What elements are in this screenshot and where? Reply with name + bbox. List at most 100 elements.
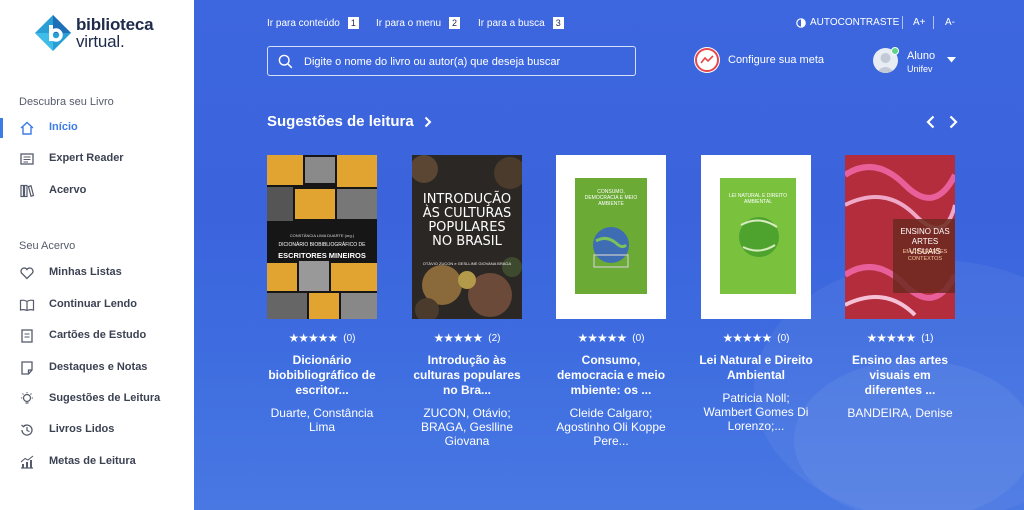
rating-count: (2)	[488, 332, 501, 344]
sidebar-item-label: Continuar Lendo	[49, 298, 137, 310]
star-rating-icon: ★★★★★	[288, 331, 338, 345]
book-rating: ★★★★★ (0)	[556, 331, 666, 345]
book-title[interactable]: Lei Natural e Direito Ambiental	[695, 353, 817, 383]
sidebar-item-label: Cartões de Estudo	[49, 329, 147, 341]
carousel-prev-icon[interactable]	[923, 114, 939, 130]
font-decrease-label: A-	[945, 17, 955, 28]
goal-icon	[694, 47, 720, 73]
cover-title: CONSUMO, DEMOCRACIA E MEIO AMBIENTE	[584, 189, 638, 207]
cover-subtitle: DICIONÁRIO BIOBIBLIOGRÁFICO DE	[278, 242, 366, 248]
online-status-indicator	[891, 47, 899, 55]
skip-link-menu[interactable]: Ir para o menu 2	[376, 17, 461, 29]
carousel-next-icon[interactable]	[945, 114, 961, 130]
sidebar-item-cartoes-de-estudo[interactable]: Cartões de Estudo	[0, 324, 194, 348]
configure-goal-button[interactable]: Configure sua meta	[694, 46, 824, 74]
book-title[interactable]: Dicionário biobibliográfico de escritor.…	[261, 353, 383, 398]
skip-link-label: Ir para conteúdo	[267, 17, 340, 29]
sidebar-item-destaques-e-notas[interactable]: Destaques e Notas	[0, 356, 194, 380]
section-title-discover: Descubra seu Livro	[19, 96, 114, 108]
star-rating-icon: ★★★★★	[433, 331, 483, 345]
reader-icon	[20, 153, 34, 165]
font-increase-label: A+	[913, 17, 926, 28]
configure-goal-label: Configure sua meta	[728, 54, 824, 66]
card-icon	[21, 329, 33, 343]
sidebar-item-label: Expert Reader	[49, 152, 124, 164]
autocontrast-toggle[interactable]: AUTOCONTRASTE	[796, 17, 899, 28]
chevron-right-icon	[424, 116, 432, 127]
skip-link-key: 1	[347, 17, 359, 29]
font-decrease-button[interactable]: A-	[945, 17, 955, 28]
lightbulb-icon	[21, 392, 33, 404]
main-content: Ir para conteúdo 1 Ir para o menu 2 Ir p…	[194, 0, 1024, 510]
skip-link-label: Ir para o menu	[376, 17, 442, 29]
heart-icon	[20, 267, 34, 280]
suggestions-title: Sugestões de leitura	[267, 113, 414, 130]
book-cover[interactable]: LEI NATURAL E DIREITO AMBIENTAL	[701, 155, 811, 319]
book-title[interactable]: Consumo, democracia e meio mbiente: os .…	[550, 353, 672, 398]
rating-count: (0)	[343, 332, 356, 344]
book-title[interactable]: Introdução às culturas populares no Bra.…	[406, 353, 528, 398]
book-card[interactable]: LEI NATURAL E DIREITO AMBIENTAL ★★★★★ (0…	[699, 155, 813, 433]
sidebar-item-label: Acervo	[49, 184, 87, 196]
book-author: Cleide Calgaro; Agostinho Oli Koppe Pere…	[556, 406, 666, 448]
brand-line1: biblioteca	[76, 15, 154, 34]
cover-editor: CONSTÂNCIA LIMA DUARTE (org.)	[289, 233, 355, 238]
cover-title: INTRODUÇÃO ÀS CULTURAS POPULARES NO BRAS…	[422, 192, 512, 249]
logo-icon	[35, 15, 71, 51]
book-card[interactable]: ENSINO DAS ARTES VISUAIS EM DIFERENTES C…	[845, 155, 955, 420]
sidebar-item-label: Livros Lidos	[49, 423, 115, 435]
book-card[interactable]: CONSUMO, DEMOCRACIA E MEIO AMBIENTE ★★★★…	[556, 155, 666, 448]
sidebar-item-inicio[interactable]: Início	[0, 116, 194, 140]
book-author: BANDEIRA, Denise	[847, 406, 953, 420]
sidebar-item-label: Início	[49, 121, 78, 133]
search-icon[interactable]	[278, 54, 293, 69]
contrast-icon	[796, 17, 806, 28]
note-icon	[21, 361, 33, 375]
chevron-down-icon	[947, 57, 956, 63]
book-title[interactable]: Ensino das artes visuais em diferentes .…	[839, 353, 961, 398]
sidebar-item-metas-de-leitura[interactable]: Metas de Leitura	[0, 450, 194, 474]
library-icon	[20, 184, 35, 198]
book-open-icon	[19, 299, 35, 312]
skip-link-key: 3	[552, 17, 564, 29]
skip-link-search[interactable]: Ir para a busca 3	[478, 17, 564, 29]
sidebar-item-sugestoes-de-leitura[interactable]: Sugestões de Leitura	[0, 387, 194, 411]
user-institution: Unifev	[907, 64, 933, 74]
skip-link-content[interactable]: Ir para conteúdo 1	[267, 17, 359, 29]
book-cover[interactable]: CONSUMO, DEMOCRACIA E MEIO AMBIENTE	[556, 155, 666, 319]
user-menu[interactable]: Aluno Unifev	[873, 46, 963, 76]
divider	[933, 16, 934, 29]
cover-title: LEI NATURAL E DIREITO AMBIENTAL	[729, 193, 787, 205]
cover-title: ESCRITORES MINEIROS	[278, 251, 366, 260]
book-cover[interactable]: INTRODUÇÃO ÀS CULTURAS POPULARES NO BRAS…	[412, 155, 522, 319]
sidebar-item-acervo[interactable]: Acervo	[0, 179, 194, 203]
sidebar-item-label: Minhas Listas	[49, 266, 122, 278]
sidebar-item-label: Metas de Leitura	[49, 455, 136, 467]
sidebar-item-label: Destaques e Notas	[49, 361, 148, 373]
book-rating: ★★★★★ (0)	[267, 331, 377, 345]
book-author: Duarte, Constância Lima	[270, 406, 374, 434]
sidebar-item-continuar-lendo[interactable]: Continuar Lendo	[0, 293, 194, 317]
sidebar-item-livros-lidos[interactable]: Livros Lidos	[0, 418, 194, 442]
user-name: Aluno	[907, 50, 936, 62]
search-box	[267, 46, 636, 76]
sidebar-item-minhas-listas[interactable]: Minhas Listas	[0, 261, 194, 285]
search-input[interactable]	[304, 53, 624, 71]
brand-logo[interactable]: biblioteca virtual.	[32, 12, 172, 56]
book-cover[interactable]: ENSINO DAS ARTES VISUAIS EM DIFERENTES C…	[845, 155, 955, 319]
sidebar-item-label: Sugestões de Leitura	[49, 392, 161, 404]
book-rating: ★★★★★ (1)	[845, 331, 955, 345]
divider	[902, 16, 903, 29]
skip-link-label: Ir para a busca	[478, 17, 545, 29]
star-rating-icon: ★★★★★	[577, 331, 627, 345]
book-card[interactable]: INTRODUÇÃO ÀS CULTURAS POPULARES NO BRAS…	[412, 155, 522, 448]
chart-icon	[20, 455, 34, 469]
suggestions-heading[interactable]: Sugestões de leitura	[267, 113, 432, 130]
star-rating-icon: ★★★★★	[866, 331, 916, 345]
book-card[interactable]: DICIONÁRIO BIOBIBLIOGRÁFICO DE ESCRITORE…	[267, 155, 377, 434]
font-increase-button[interactable]: A+	[913, 17, 926, 28]
sidebar: biblioteca virtual. Descubra seu Livro I…	[0, 0, 194, 510]
book-cover[interactable]: DICIONÁRIO BIOBIBLIOGRÁFICO DE ESCRITORE…	[267, 155, 377, 319]
book-rating: ★★★★★ (2)	[412, 331, 522, 345]
sidebar-item-expert-reader[interactable]: Expert Reader	[0, 147, 194, 171]
